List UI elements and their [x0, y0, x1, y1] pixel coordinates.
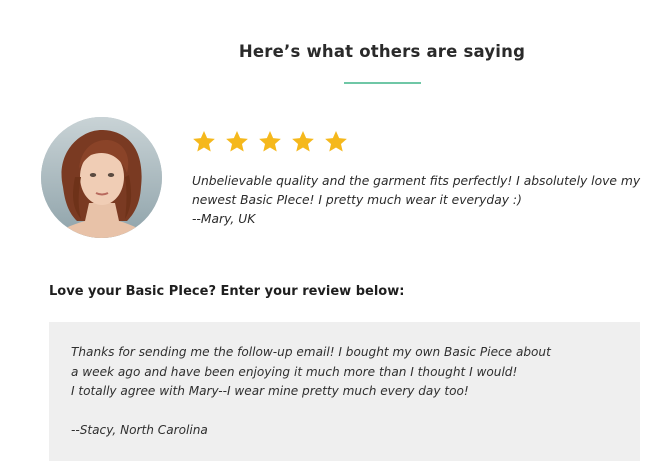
review-text-line: a week ago and have been enjoying it muc… [71, 364, 518, 379]
review-textarea[interactable]: Thanks for sending me the follow-up emai… [49, 322, 640, 461]
reviewer-avatar [41, 117, 162, 238]
review-text-line: --Stacy, North Carolina [71, 423, 208, 437]
quote-line: Unbelievable quality and the garment fit… [192, 174, 641, 188]
testimonial-quote: Unbelievable quality and the garment fit… [192, 172, 642, 229]
star-icon [325, 130, 347, 152]
review-text-line: I totally agree with Mary--I wear mine p… [71, 384, 469, 398]
quote-line: newest Basic PIece! I pretty much wear i… [192, 193, 522, 207]
star-rating [191, 129, 349, 161]
heading-divider [344, 82, 421, 84]
star-icon [292, 130, 314, 152]
star-icon [259, 130, 281, 152]
review-text-line: Thanks for sending me the follow-up emai… [71, 345, 551, 359]
quote-author: --Mary, UK [192, 212, 256, 226]
user-photo-icon [41, 117, 162, 238]
section-heading: Here’s what others are saying [238, 42, 526, 61]
review-text-line [71, 402, 618, 422]
review-form-label: Love your Basic PIece? Enter your review… [49, 284, 405, 299]
star-icon [193, 130, 215, 152]
star-icon [226, 130, 248, 152]
